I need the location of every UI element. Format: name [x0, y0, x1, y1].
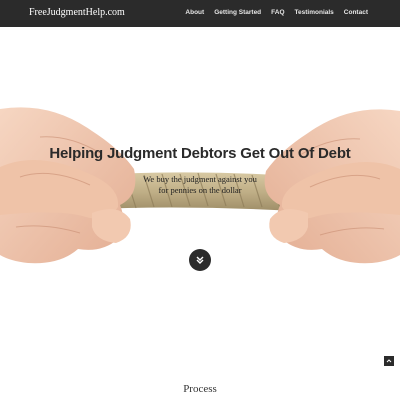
- top-navbar: FreeJudgmentHelp.com About Getting Start…: [0, 0, 400, 27]
- hero-subline-1: We buy the judgment against you: [143, 174, 257, 184]
- section-title-process: Process: [183, 383, 217, 395]
- nav-link-about[interactable]: About: [185, 9, 204, 16]
- chevron-up-icon: [386, 359, 392, 363]
- nav-menu: About Getting Started FAQ Testimonials C…: [185, 9, 368, 16]
- scroll-down-button[interactable]: [189, 249, 211, 271]
- nav-link-testimonials[interactable]: Testimonials: [295, 9, 334, 16]
- nav-link-faq[interactable]: FAQ: [271, 9, 284, 16]
- hero-section: Helping Judgment Debtors Get Out Of Debt…: [0, 27, 400, 357]
- back-to-top-button[interactable]: [384, 356, 394, 366]
- brand-logo-link[interactable]: FreeJudgmentHelp.com: [29, 7, 125, 18]
- nav-link-contact[interactable]: Contact: [344, 9, 368, 16]
- double-chevron-down-icon: [196, 256, 204, 264]
- hero-headline: Helping Judgment Debtors Get Out Of Debt: [49, 145, 351, 162]
- hero-subline-2: for pennies on the dollar: [158, 185, 242, 195]
- nav-link-getting-started[interactable]: Getting Started: [214, 9, 261, 16]
